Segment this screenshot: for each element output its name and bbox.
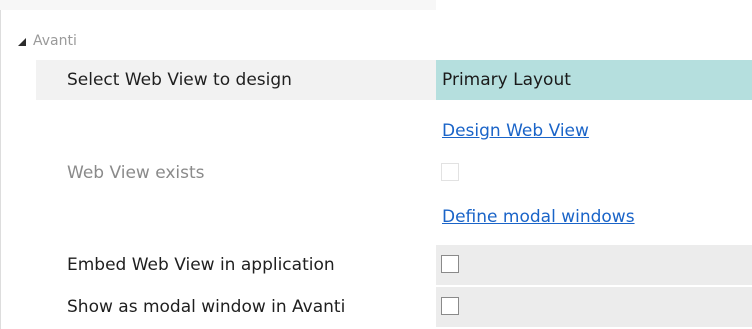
web-view-exists-checkbox [441,163,459,181]
show-modal-label: Show as modal window in Avanti [67,297,346,317]
row-define-modal-link: Define modal windows [36,197,752,237]
select-web-view-cell: Primary Layout [436,60,752,100]
row-web-view-exists: Web View exists [36,153,752,193]
row-show-modal: Show as modal window in Avanti [36,287,752,327]
embed-web-view-cell [436,245,752,285]
left-border [0,10,1,329]
group-header-avanti[interactable]: Avanti [18,29,77,53]
define-modal-link-cell: Define modal windows [436,197,752,237]
show-modal-checkbox[interactable] [441,297,459,315]
define-modal-windows-link[interactable]: Define modal windows [442,207,635,227]
design-link-cell: Design Web View [436,111,752,151]
embed-web-view-checkbox[interactable] [441,255,459,273]
group-label: Avanti [33,33,77,49]
row-design-link: Design Web View [36,111,752,151]
row-select-web-view: Select Web View to design Primary Layout [36,60,752,100]
show-modal-cell [436,287,752,327]
web-view-select[interactable]: Primary Layout [436,60,752,100]
design-web-view-link[interactable]: Design Web View [442,121,589,141]
top-strip [0,0,752,10]
web-view-exists-label: Web View exists [67,163,205,183]
select-web-view-label: Select Web View to design [36,60,436,100]
web-view-exists-cell [436,153,752,193]
embed-web-view-label: Embed Web View in application [67,255,335,275]
collapse-triangle-icon[interactable] [18,37,26,46]
row-embed-web-view: Embed Web View in application [36,245,752,285]
